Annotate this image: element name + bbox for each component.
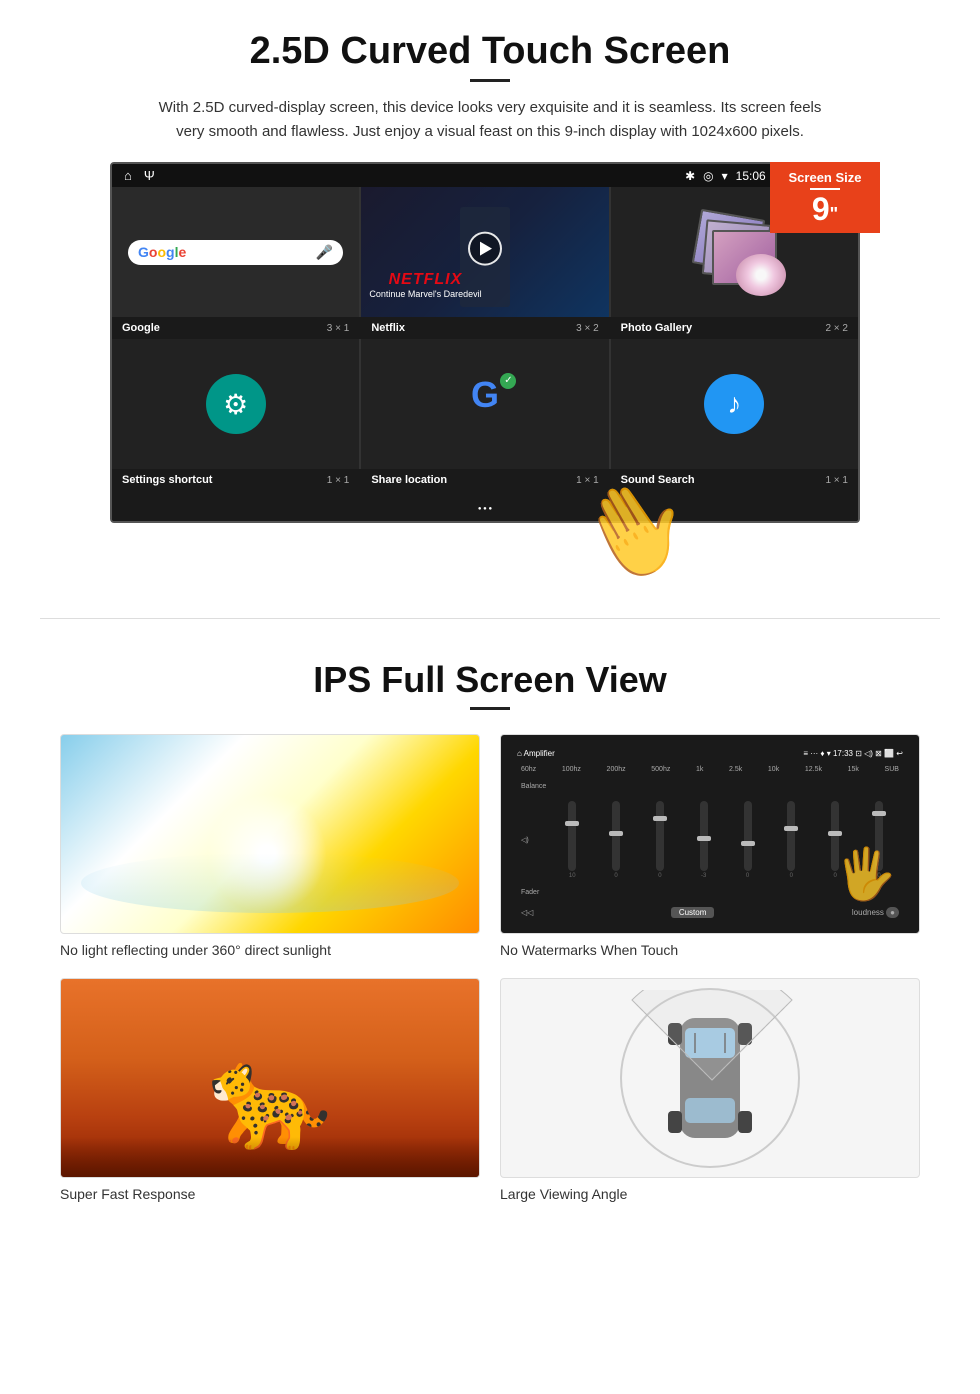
section1-title: 2.5D Curved Touch Screen (60, 30, 920, 73)
app-labels-row-top: Google 3 × 1 Netflix 3 × 2 Photo Gallery… (112, 317, 858, 339)
amplifier-caption: No Watermarks When Touch (500, 942, 920, 958)
usb-icon: Ψ (144, 168, 155, 183)
screen-mockup-wrapper: Screen Size 9" ⌂ Ψ ✱ ◎ ▾ 15:06 ⊡ ◁) (110, 162, 870, 523)
cheetah-image: 🐆 (60, 978, 480, 1178)
feature-cheetah: 🐆 Super Fast Response (60, 978, 480, 1202)
google-cell[interactable]: Google 🎤 (112, 187, 359, 317)
home-icon: ⌂ (124, 168, 132, 183)
play-button[interactable] (468, 232, 502, 266)
android-screen: ⌂ Ψ ✱ ◎ ▾ 15:06 ⊡ ◁) ⊠ ⬜ (110, 162, 860, 523)
app-labels-row-bottom: Settings shortcut 1 × 1 Share location 1… (112, 469, 858, 491)
google-label: Google 3 × 1 (112, 317, 359, 339)
badge-size: 9" (784, 193, 866, 225)
sunlight-caption: No light reflecting under 360° direct su… (60, 942, 480, 958)
clock: 15:06 (736, 169, 766, 183)
gear-icon: ⚙ (223, 388, 248, 421)
screen-size-badge: Screen Size 9" (770, 162, 880, 233)
play-triangle-icon (480, 242, 492, 256)
car-caption: Large Viewing Angle (500, 1186, 920, 1202)
share-label: Share location 1 × 1 (361, 469, 608, 491)
car-oval-container (620, 988, 800, 1168)
netflix-brand: NETFLIX (369, 271, 481, 289)
mic-icon: 🎤 (316, 244, 333, 261)
share-location-cell[interactable]: G ✓ (361, 339, 608, 469)
section2-underline (470, 707, 510, 710)
flower-image (736, 254, 786, 296)
feature-amplifier: ⌂ Amplifier ≡ ··· ♦ ▾ 17:33 ⊡ ◁) ⊠ ⬜ ↩ 6… (500, 734, 920, 958)
section-ips-screen: IPS Full Screen View No light reflecting… (0, 639, 980, 1232)
amp-time: ≡ ··· ♦ ▾ 17:33 ⊡ ◁) ⊠ ⬜ ↩ (803, 749, 903, 758)
netflix-subtitle: Continue Marvel's Daredevil (369, 289, 481, 299)
hand-on-amp: 🖐 (835, 845, 897, 904)
feature-grid: No light reflecting under 360° direct su… (60, 734, 920, 1202)
app-grid-bottom: ⚙ G ✓ ♪ (112, 339, 858, 469)
photo-card-1 (712, 230, 777, 285)
viewing-angle-svg (622, 990, 802, 1170)
section-curved-screen: 2.5D Curved Touch Screen With 2.5D curve… (0, 0, 980, 598)
amp-home-icon: ⌂ Amplifier (517, 749, 555, 758)
section-divider (40, 618, 940, 619)
feature-sunlight: No light reflecting under 360° direct su… (60, 734, 480, 958)
music-note-icon: ♪ (727, 388, 741, 420)
google-maps-icon: G ✓ (457, 377, 512, 432)
feature-car: Large Viewing Angle (500, 978, 920, 1202)
status-left-icons: ⌂ Ψ (124, 168, 155, 183)
amplifier-image: ⌂ Amplifier ≡ ··· ♦ ▾ 17:33 ⊡ ◁) ⊠ ⬜ ↩ 6… (500, 734, 920, 934)
page-indicator: ● ● ● (112, 491, 858, 521)
app-grid-top: Google 🎤 (112, 187, 858, 317)
maps-check-icon: ✓ (500, 373, 516, 389)
google-logo: Google (138, 244, 186, 260)
section2-title: IPS Full Screen View (60, 659, 920, 701)
badge-title: Screen Size (784, 170, 866, 185)
settings-label: Settings shortcut 1 × 1 (112, 469, 359, 491)
settings-icon-circle: ⚙ (206, 374, 266, 434)
title-underline (470, 79, 510, 82)
status-bar: ⌂ Ψ ✱ ◎ ▾ 15:06 ⊡ ◁) ⊠ ⬜ (112, 164, 858, 187)
netflix-label: NETFLIX Continue Marvel's Daredevil (369, 271, 481, 299)
hand-pointer: 🤚 (578, 478, 690, 583)
badge-line (810, 188, 840, 190)
bluetooth-icon: ✱ (685, 169, 695, 183)
car-image (500, 978, 920, 1178)
netflix-cell[interactable]: NETFLIX Continue Marvel's Daredevil (361, 187, 608, 317)
wifi-icon: ▾ (722, 169, 728, 183)
sound-search-cell[interactable]: ♪ (611, 339, 858, 469)
netflix-label-row: Netflix 3 × 2 (361, 317, 608, 339)
google-search-bar[interactable]: Google 🎤 (128, 240, 343, 265)
section1-description: With 2.5D curved-display screen, this de… (150, 96, 830, 144)
sound-icon-circle: ♪ (704, 374, 764, 434)
location-icon: ◎ (703, 169, 713, 183)
photo-gallery-label: Photo Gallery 2 × 2 (611, 317, 858, 339)
settings-cell[interactable]: ⚙ (112, 339, 359, 469)
sunlight-image (60, 734, 480, 934)
photo-stack (694, 212, 774, 292)
cheetah-caption: Super Fast Response (60, 1186, 480, 1202)
